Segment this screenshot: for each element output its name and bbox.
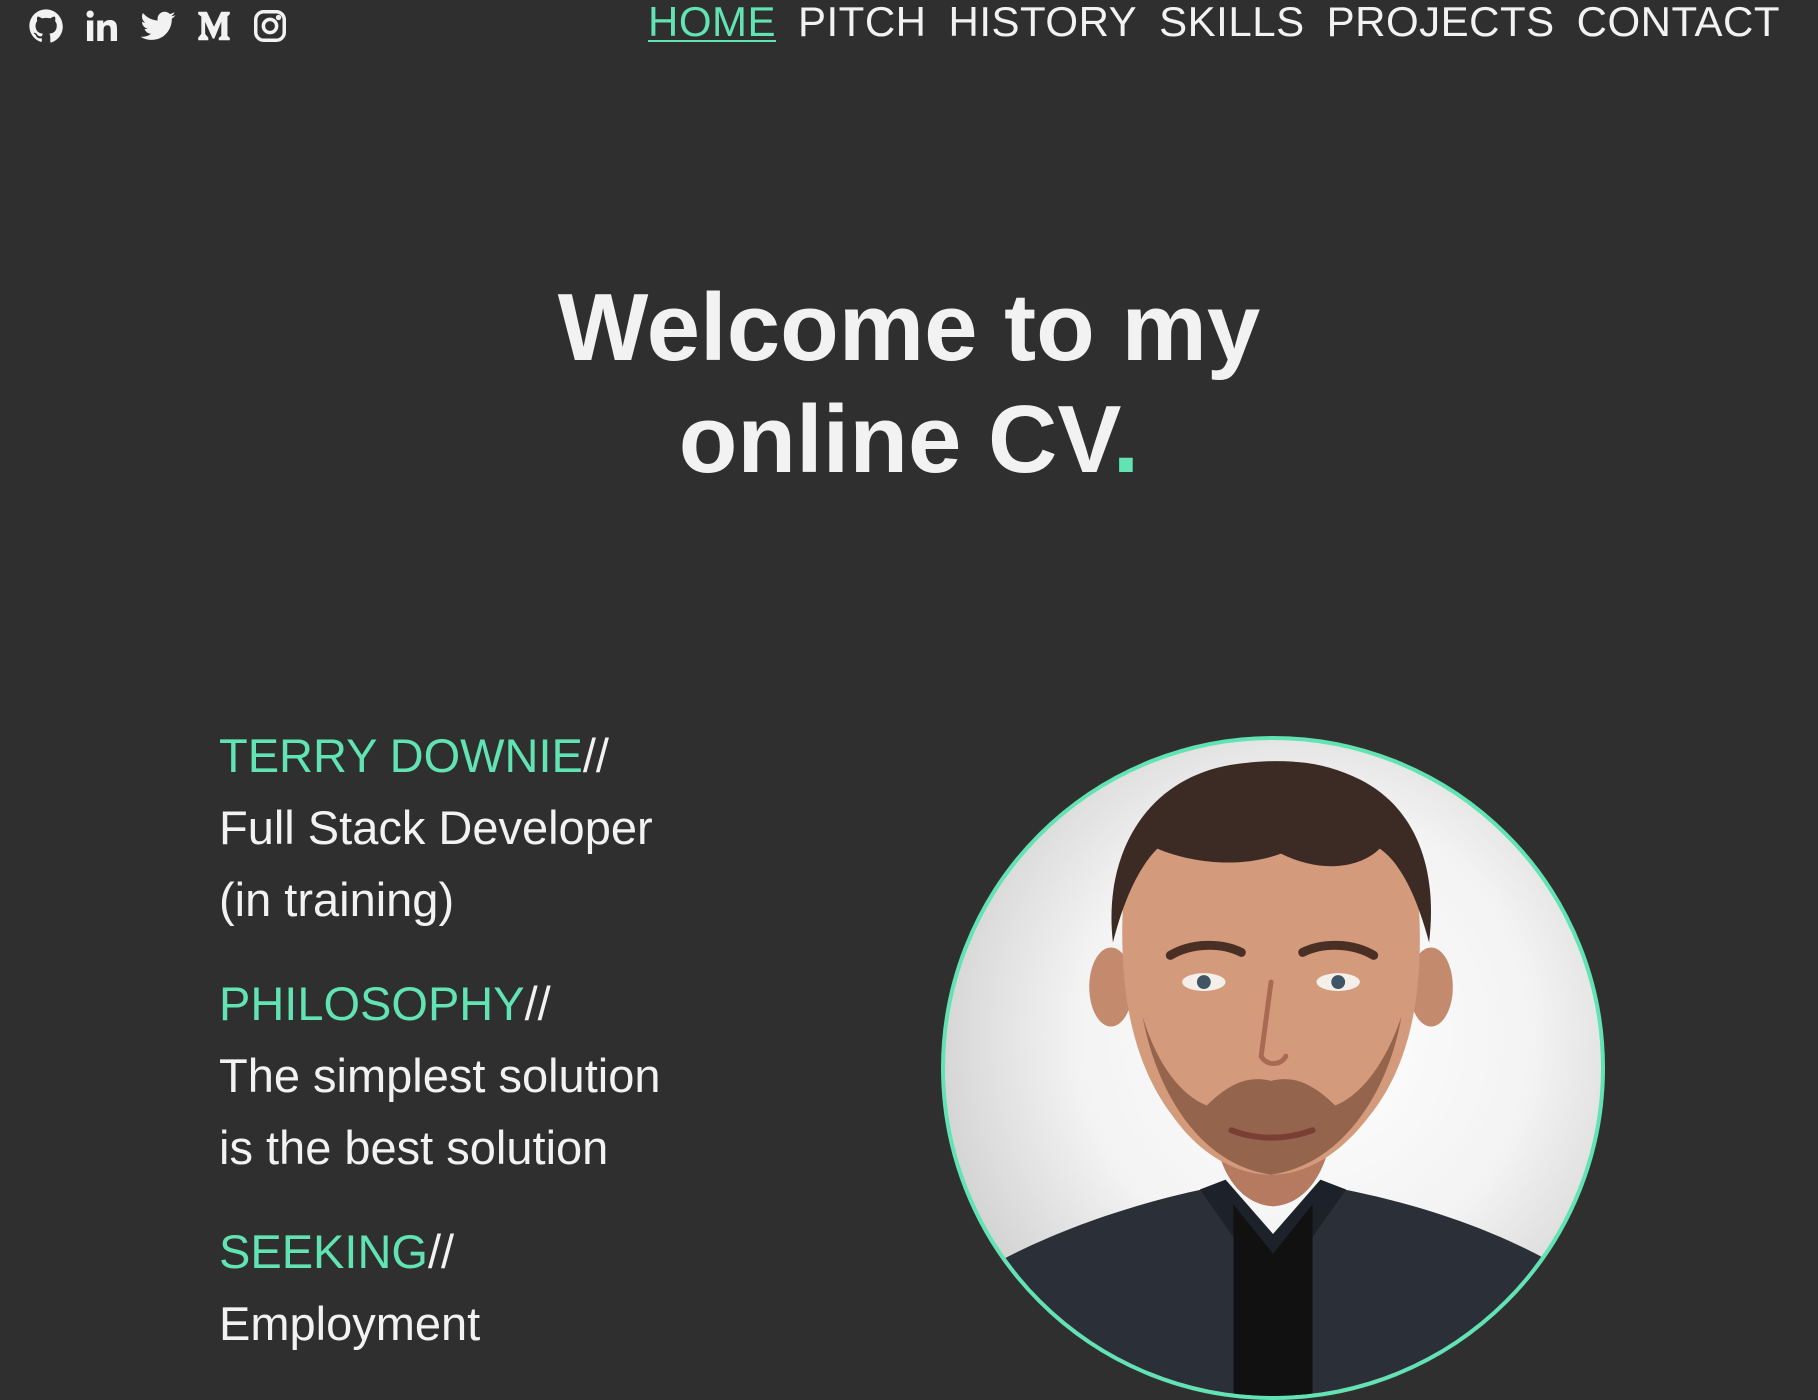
github-icon bbox=[29, 9, 63, 43]
profile-info: TERRY DOWNIE// Full Stack Developer (in … bbox=[219, 720, 739, 1392]
nav-home[interactable]: HOME bbox=[648, 0, 776, 44]
philosophy-heading-row: PHILOSOPHY// bbox=[219, 968, 739, 1040]
nav-skills[interactable]: SKILLS bbox=[1159, 0, 1304, 44]
main-nav: HOME PITCH HISTORY SKILLS PROJECTS CONTA… bbox=[648, 0, 1780, 44]
linkedin-link[interactable] bbox=[82, 6, 122, 46]
nav-projects[interactable]: PROJECTS bbox=[1327, 0, 1555, 44]
hero-title: Welcome to my online CV. bbox=[0, 272, 1818, 496]
top-bar: HOME PITCH HISTORY SKILLS PROJECTS CONTA… bbox=[0, 0, 1818, 52]
philosophy-heading: PHILOSOPHY bbox=[219, 977, 525, 1030]
nav-history[interactable]: HISTORY bbox=[948, 0, 1137, 44]
role-text-line-1: Full Stack Developer bbox=[219, 801, 653, 854]
nav-contact[interactable]: CONTACT bbox=[1577, 0, 1780, 44]
portrait-pupil-left bbox=[1196, 975, 1211, 989]
portrait-pupil-right bbox=[1331, 975, 1346, 989]
hero-title-line-2: online CV. bbox=[0, 384, 1818, 496]
twitter-icon bbox=[140, 11, 176, 40]
philosophy-block: PHILOSOPHY// The simplest solution is th… bbox=[219, 968, 739, 1184]
instagram-icon bbox=[254, 10, 286, 42]
profile-photo bbox=[941, 736, 1605, 1400]
seeking-heading-row: SEEKING// bbox=[219, 1216, 739, 1288]
hero-title-line-1: Welcome to my bbox=[557, 274, 1261, 381]
github-link[interactable] bbox=[26, 6, 66, 46]
seeking-separator: // bbox=[427, 1225, 455, 1278]
linkedin-icon bbox=[86, 10, 118, 42]
seeking-block: SEEKING// Employment bbox=[219, 1216, 739, 1360]
medium-link[interactable] bbox=[194, 6, 234, 46]
name-separator: // bbox=[582, 729, 609, 782]
portrait-tshirt bbox=[1233, 1204, 1313, 1396]
seeking-text-line-1: Employment bbox=[219, 1297, 481, 1350]
hero-title-line-2-text: online CV bbox=[678, 386, 1113, 493]
social-links bbox=[26, 6, 290, 46]
philosophy-text-line-1: The simplest solution bbox=[219, 1049, 661, 1102]
medium-icon bbox=[198, 11, 230, 41]
role-text-line-2: (in training) bbox=[219, 873, 455, 926]
name-heading-row: TERRY DOWNIE// bbox=[219, 720, 739, 792]
nav-pitch[interactable]: PITCH bbox=[798, 0, 927, 44]
name-block: TERRY DOWNIE// Full Stack Developer (in … bbox=[219, 720, 739, 936]
seeking-heading: SEEKING bbox=[219, 1225, 428, 1278]
name-heading: TERRY DOWNIE bbox=[219, 729, 583, 782]
hero-title-accent-dot: . bbox=[1112, 386, 1140, 493]
philosophy-text-line-2: is the best solution bbox=[219, 1121, 609, 1174]
profile-photo-illustration bbox=[945, 761, 1601, 1396]
instagram-link[interactable] bbox=[250, 6, 290, 46]
twitter-link[interactable] bbox=[138, 6, 178, 46]
philosophy-separator: // bbox=[524, 977, 551, 1030]
